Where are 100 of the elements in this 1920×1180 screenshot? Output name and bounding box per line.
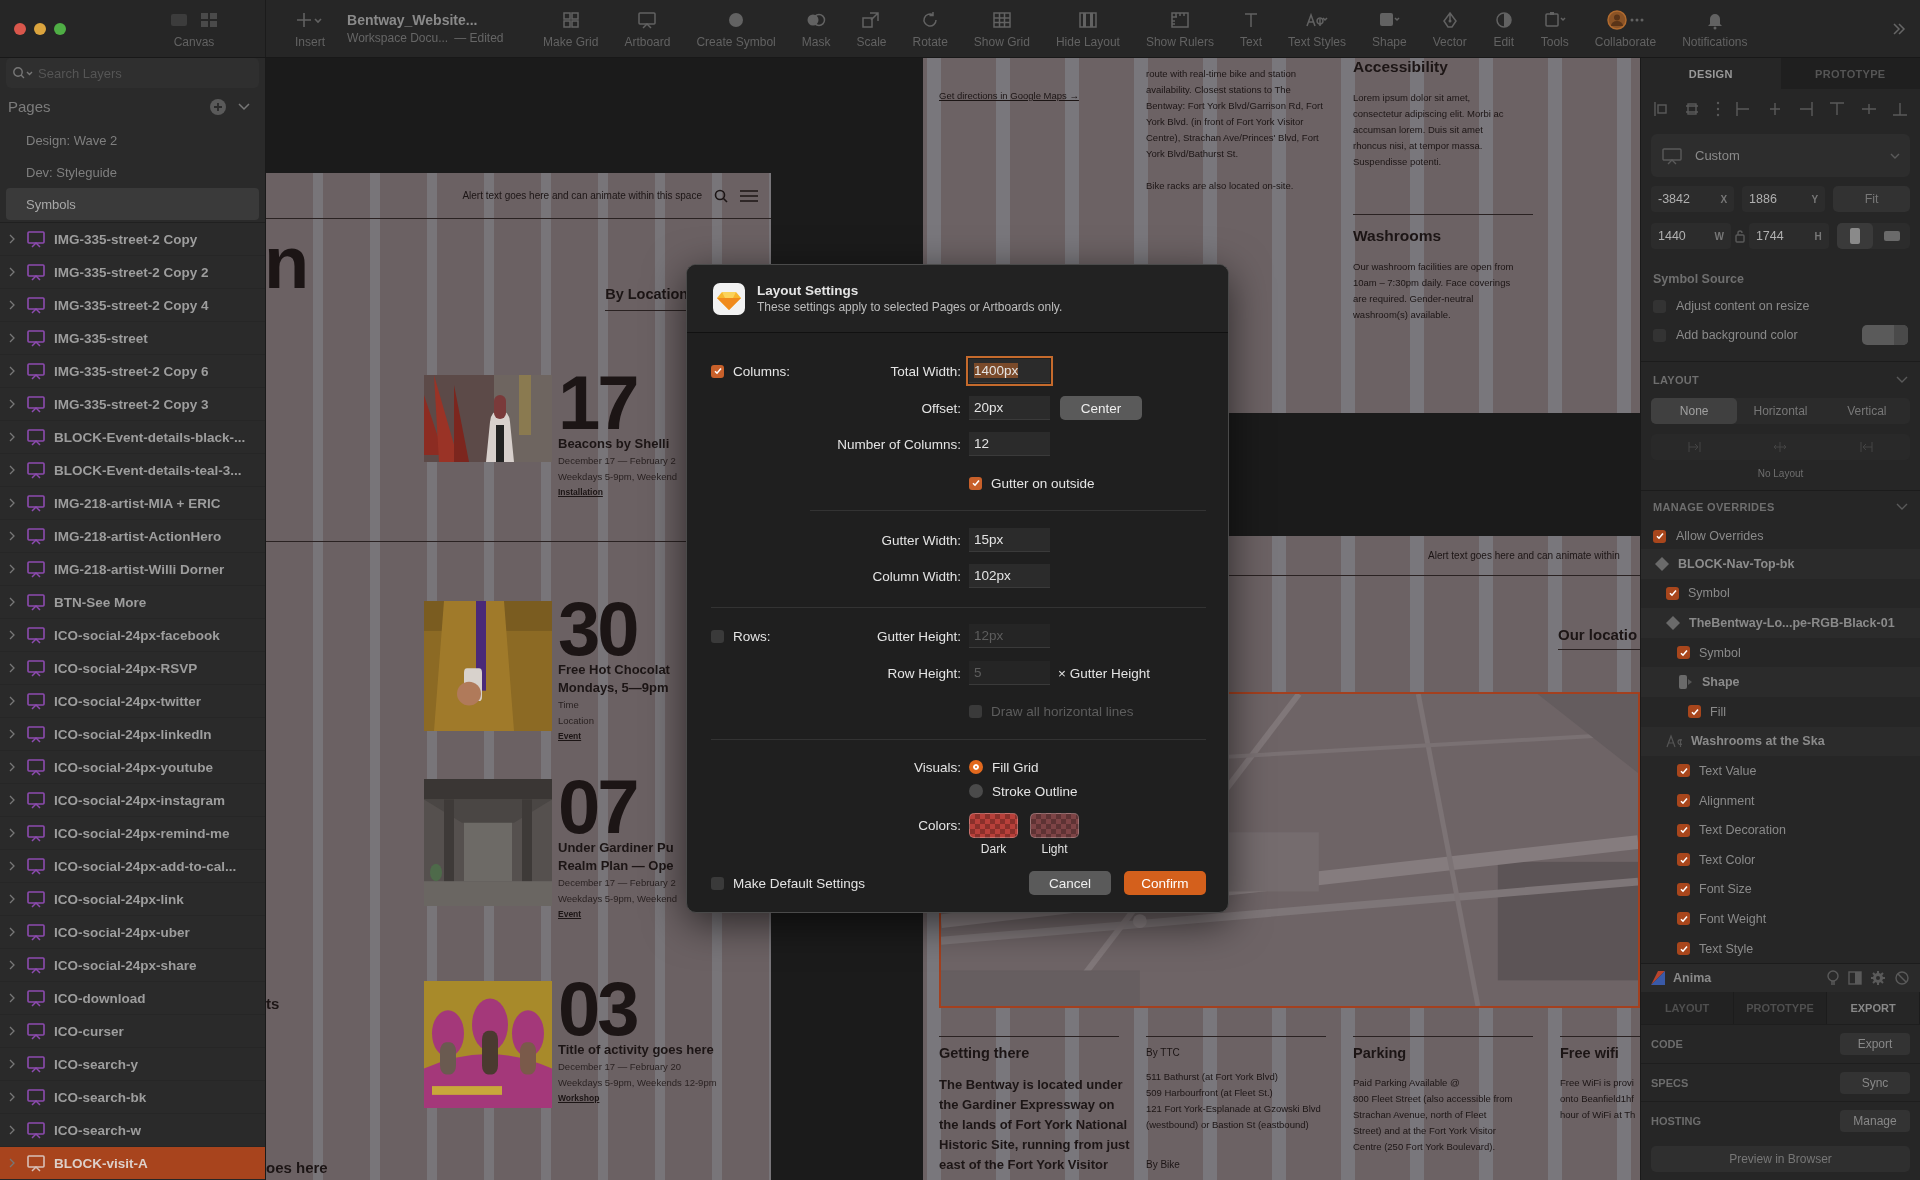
segment-button[interactable]: Horizontal (1737, 398, 1824, 424)
toolbar-button[interactable]: Collaborate (1594, 0, 1657, 57)
confirm-button[interactable]: Confirm (1124, 871, 1206, 895)
toolbar-button[interactable]: Hide Layout (1055, 0, 1120, 57)
checkbox[interactable] (711, 629, 724, 643)
checkbox[interactable] (1677, 942, 1690, 955)
layer-row[interactable]: ICO-social-24px-RSVP (0, 652, 265, 685)
checkbox[interactable] (1677, 912, 1690, 926)
layer-row[interactable]: IMG-335-street-2 Copy 3 (0, 388, 265, 421)
toolbar-button[interactable]: Text (1239, 0, 1262, 57)
number-field[interactable]: 1400px (969, 359, 1050, 383)
layer-row[interactable]: IMG-218-artist-ActionHero (0, 520, 265, 553)
toolbar-button[interactable]: Notifications (1682, 0, 1748, 57)
layer-row[interactable]: BLOCK-Event-details-black-... (0, 421, 265, 454)
layer-row[interactable]: IMG-335-street-2 Copy 6 (0, 355, 265, 388)
toolbar-button[interactable]: Mask (801, 0, 831, 57)
toolbar-button[interactable]: Make Grid (543, 0, 599, 57)
color-well[interactable] (1862, 325, 1908, 345)
layer-row[interactable]: ICO-social-24px-facebook (0, 619, 265, 652)
layer-row[interactable]: ICO-social-24px-youtube (0, 751, 265, 784)
checkbox[interactable] (1677, 764, 1690, 778)
layer-row[interactable]: ICO-social-24px-twitter (0, 685, 265, 718)
close-button[interactable] (14, 22, 26, 35)
toolbar-button[interactable]: Vector (1432, 0, 1467, 57)
color-swatch[interactable] (1030, 813, 1079, 838)
toolbar-button[interactable]: Shape (1372, 0, 1407, 57)
number-field[interactable]: 5 (969, 661, 1050, 685)
checkbox[interactable] (1688, 705, 1701, 719)
layer-row[interactable]: ICO-social-24px-instagram (0, 784, 265, 817)
color-swatch[interactable] (969, 813, 1018, 838)
number-field[interactable]: 102px (969, 564, 1050, 588)
preset-dropdown[interactable]: Custom (1651, 134, 1910, 177)
layer-row[interactable]: ICO-social-24px-link (0, 883, 265, 916)
canvas-button[interactable]: Canvas (169, 8, 219, 49)
checkbox[interactable] (969, 476, 982, 490)
toolbar-button[interactable]: Create Symbol (696, 0, 776, 57)
action-button[interactable]: Manage (1840, 1110, 1910, 1133)
layer-row[interactable]: BLOCK-Event-details-teal-3... (0, 454, 265, 487)
action-button[interactable]: Export (1840, 1033, 1910, 1056)
checkbox[interactable] (711, 876, 724, 890)
action-button[interactable]: Sync (1840, 1071, 1910, 1094)
event-tag-link[interactable]: Event (558, 731, 582, 741)
minimize-button[interactable] (34, 22, 46, 35)
checkbox[interactable] (1653, 529, 1666, 543)
layer-row[interactable]: IMG-218-artist-Willi Dorner (0, 553, 265, 586)
directions-link[interactable]: Get directions in Google Maps → (939, 90, 1119, 101)
event-tag-link[interactable]: Event (558, 909, 582, 919)
page-item[interactable]: Dev: Styleguide (6, 156, 259, 188)
number-field[interactable]: 20px (969, 396, 1050, 420)
segment-button[interactable]: None (1651, 398, 1738, 424)
layer-row[interactable]: ICO-search-bk (0, 1081, 265, 1114)
toolbar-button[interactable]: Text Styles (1287, 0, 1346, 57)
toolbar-button[interactable]: Scale (856, 0, 887, 57)
number-field[interactable]: 15px (969, 528, 1050, 552)
layer-row[interactable]: ICO-download (0, 982, 265, 1015)
checkbox[interactable] (1677, 823, 1690, 837)
layer-row[interactable]: IMG-335-street-2 Copy 4 (0, 289, 265, 322)
radio-button[interactable] (969, 784, 983, 798)
toolbar-button[interactable]: Artboard (624, 0, 671, 57)
number-field[interactable]: 12px (969, 624, 1050, 648)
layer-row[interactable]: ICO-social-24px-remind-me (0, 817, 265, 850)
number-field[interactable]: 1440 W (1651, 223, 1731, 249)
checkbox[interactable] (969, 704, 982, 718)
layer-row[interactable]: ICO-social-24px-add-to-cal... (0, 850, 265, 883)
layer-row[interactable]: IMG-335-street-2 Copy (0, 223, 265, 256)
layer-row[interactable]: IMG-218-artist-MIA + ERIC (0, 487, 265, 520)
page-item[interactable]: Design: Wave 2 (6, 124, 259, 156)
preview-button[interactable]: Preview in Browser (1651, 1145, 1910, 1172)
zoom-button[interactable] (54, 22, 66, 35)
toolbar-button[interactable]: Edit (1492, 0, 1515, 57)
checkbox[interactable] (1677, 794, 1690, 808)
layer-row[interactable]: IMG-335-street-2 Copy 2 (0, 256, 265, 289)
cancel-button[interactable]: Cancel (1029, 871, 1111, 895)
insert-button[interactable]: Insert (295, 0, 325, 57)
layer-row[interactable]: ICO-social-24px-linkedIn (0, 718, 265, 751)
layer-row[interactable]: ICO-social-24px-uber (0, 916, 265, 949)
event-tag-link[interactable]: Installation (558, 487, 603, 497)
toolbar-button[interactable]: Show Grid (973, 0, 1030, 57)
toolbar-button[interactable]: Tools (1540, 0, 1569, 57)
layer-row[interactable]: BTN-See More (0, 586, 265, 619)
layer-row[interactable]: BLOCK-visit-A (0, 1147, 265, 1180)
radio-button[interactable] (969, 760, 983, 774)
layer-row[interactable]: IMG-335-street (0, 322, 265, 355)
fit-button[interactable]: Fit (1833, 186, 1910, 212)
center-button[interactable]: Center (1060, 396, 1142, 420)
layer-row[interactable]: ICO-social-24px-share (0, 949, 265, 982)
number-field[interactable]: 1886 Y (1742, 186, 1826, 212)
segment-button[interactable]: Vertical (1823, 398, 1910, 424)
event-tag-link[interactable]: Workshop (558, 1093, 600, 1103)
checkbox[interactable] (1677, 853, 1690, 867)
checkbox[interactable] (1677, 646, 1690, 660)
number-field[interactable]: 1744 H (1748, 223, 1829, 249)
number-field[interactable]: 12 (969, 432, 1050, 456)
toolbar-button[interactable]: Show Rulers (1145, 0, 1214, 57)
checkbox[interactable] (1666, 586, 1679, 600)
layer-row[interactable]: ICO-curser (0, 1015, 265, 1048)
page-item[interactable]: Symbols (6, 188, 259, 220)
layer-row[interactable]: ICO-search-y (0, 1048, 265, 1081)
checkbox[interactable] (1677, 882, 1690, 896)
number-field[interactable]: -3842 X (1651, 186, 1735, 212)
